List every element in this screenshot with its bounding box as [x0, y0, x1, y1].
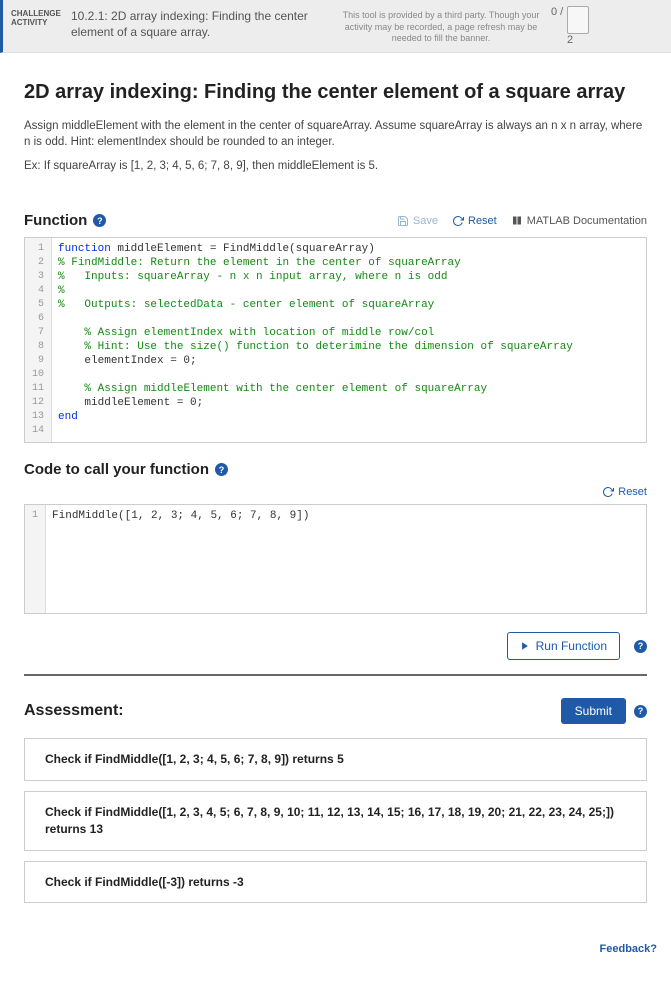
code-area[interactable]: function middleElement = FindMiddle(squa…: [52, 238, 579, 442]
assessment-check-item[interactable]: Check if FindMiddle([1, 2, 3; 4, 5, 6; 7…: [24, 738, 647, 781]
code-area[interactable]: FindMiddle([1, 2, 3; 4, 5, 6; 7, 8, 9]): [46, 505, 315, 613]
page-title: 2D array indexing: Finding the center el…: [24, 81, 647, 104]
call-header: Code to call your function ?: [24, 461, 647, 478]
score-panel: 0 / 2: [551, 6, 589, 46]
call-reset-button[interactable]: Reset: [602, 486, 647, 498]
reset-icon: [602, 486, 614, 498]
function-header: Function ? Save Reset MATLAB Documentati…: [24, 212, 647, 229]
line-gutter: 1: [25, 505, 46, 613]
submit-button[interactable]: Submit: [561, 698, 626, 724]
help-icon[interactable]: ?: [215, 463, 228, 476]
assessment-check-item[interactable]: Check if FindMiddle([1, 2, 3, 4, 5; 6, 7…: [24, 791, 647, 851]
description: Assign middleElement with the element in…: [24, 118, 647, 150]
play-icon: [520, 641, 530, 651]
line-gutter: 1234567891011121314: [25, 238, 52, 442]
function-editor[interactable]: 1234567891011121314 function middleEleme…: [24, 237, 647, 443]
help-icon[interactable]: ?: [634, 640, 647, 653]
book-icon: [511, 215, 523, 227]
main-content: 2D array indexing: Finding the center el…: [0, 53, 671, 931]
assessment-check-item[interactable]: Check if FindMiddle([-3]) returns -3: [24, 861, 647, 904]
score-numerator: 0 /: [551, 6, 563, 18]
call-editor[interactable]: 1 FindMiddle([1, 2, 3; 4, 5, 6; 7, 8, 9]…: [24, 504, 647, 614]
score-denominator: 2: [567, 34, 573, 46]
matlab-docs-button[interactable]: MATLAB Documentation: [511, 215, 647, 227]
reset-icon: [452, 215, 464, 227]
feedback-link[interactable]: Feedback?: [0, 931, 671, 967]
banner-note: This tool is provided by a third party. …: [341, 6, 541, 45]
assessment-checks: Check if FindMiddle([1, 2, 3; 4, 5, 6; 7…: [24, 738, 647, 903]
top-banner: CHALLENGE ACTIVITY 10.2.1: 2D array inde…: [0, 0, 671, 53]
example-text: Ex: If squareArray is [1, 2, 3; 4, 5, 6;…: [24, 160, 647, 172]
run-function-button[interactable]: Run Function: [507, 632, 620, 660]
function-title: Function: [24, 212, 87, 229]
reset-button[interactable]: Reset: [452, 215, 497, 227]
challenge-activity-label: CHALLENGE ACTIVITY: [11, 6, 61, 28]
save-icon: [397, 215, 409, 227]
save-button[interactable]: Save: [397, 215, 438, 227]
banner-title: 10.2.1: 2D array indexing: Finding the c…: [71, 6, 331, 40]
help-icon[interactable]: ?: [634, 705, 647, 718]
call-title: Code to call your function: [24, 461, 209, 478]
score-box-icon: [567, 6, 589, 34]
help-icon[interactable]: ?: [93, 214, 106, 227]
assessment-title: Assessment:: [24, 702, 124, 720]
separator: [24, 674, 647, 676]
assessment-header: Assessment: Submit ?: [24, 698, 647, 724]
